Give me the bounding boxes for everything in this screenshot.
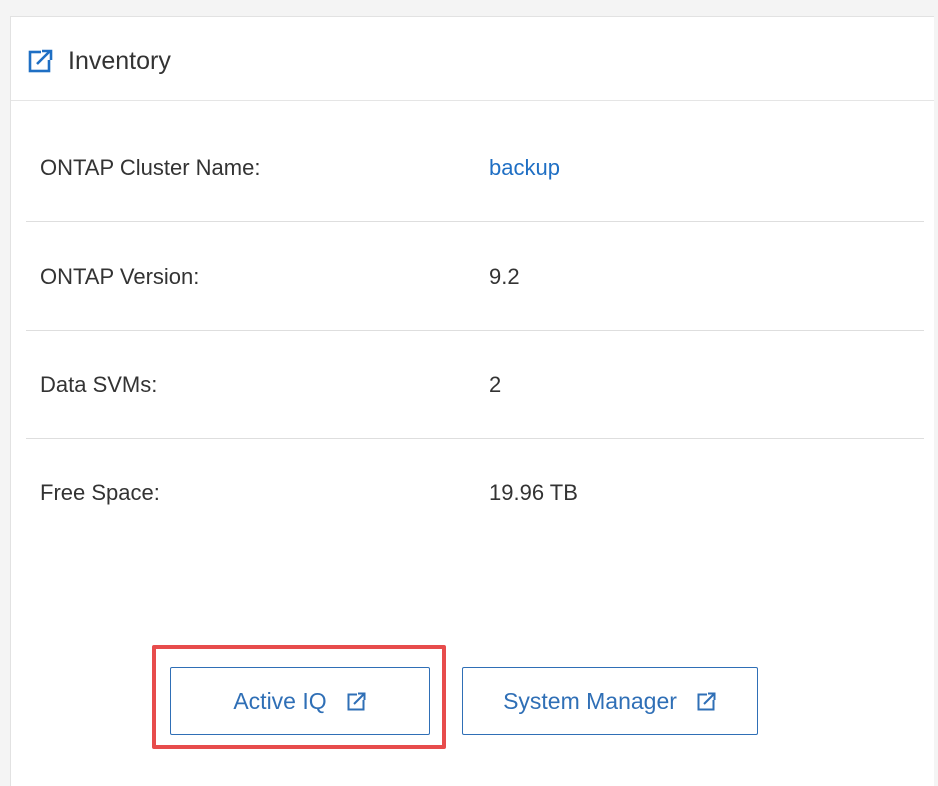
row-value: 9.2 [489,263,520,289]
button-label: Active IQ [233,687,327,714]
button-label: System Manager [503,687,677,714]
inventory-row-ontap-version: ONTAP Version: 9.2 [26,223,924,331]
panel-title: Inventory [68,47,171,75]
system-manager-button[interactable]: System Manager [462,667,758,735]
external-link-icon [697,691,717,711]
row-value: 19.96 TB [489,480,578,505]
external-link-icon [347,691,367,711]
external-link-icon[interactable] [28,48,54,74]
row-value: 2 [489,371,502,397]
inventory-row-data-svms: Data SVMs: 2 [26,331,924,439]
cluster-name-link[interactable]: backup [489,114,560,221]
inventory-row-free-space: Free Space: 19.96 TB [26,439,924,547]
panel-header: Inventory [11,17,934,101]
row-label: ONTAP Cluster Name: [40,154,261,180]
row-label: Free Space: [40,480,160,505]
active-iq-button[interactable]: Active IQ [170,667,430,735]
row-label: ONTAP Version: [40,263,200,289]
inventory-row-cluster-name: ONTAP Cluster Name: backup [26,114,924,222]
row-label: Data SVMs: [40,371,158,397]
